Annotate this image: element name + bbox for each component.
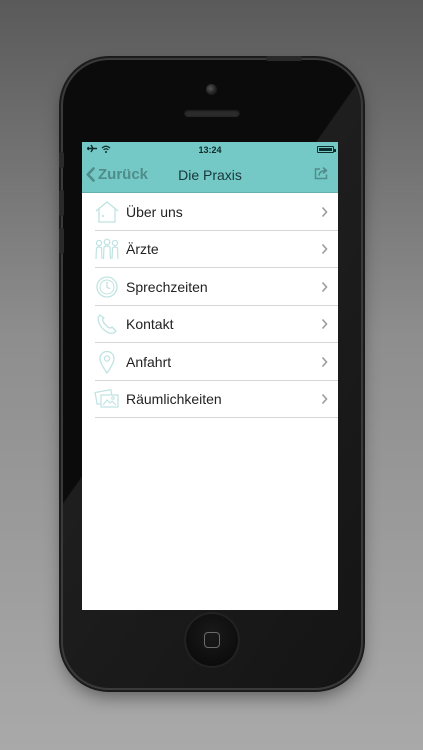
- volume-up-button: [59, 190, 64, 216]
- chevron-right-icon: [321, 244, 328, 255]
- list-item-raeumlichkeiten[interactable]: Räumlichkeiten: [82, 381, 338, 419]
- mute-switch: [59, 152, 64, 168]
- list-item-label: Sprechzeiten: [126, 278, 208, 295]
- battery-icon: [317, 146, 336, 153]
- chevron-right-icon: [321, 394, 328, 405]
- share-icon: [314, 167, 328, 180]
- list-item-label: Anfahrt: [126, 353, 172, 370]
- house-icon: [94, 199, 120, 225]
- back-button[interactable]: Zurück: [86, 166, 148, 183]
- chevron-left-icon: [86, 167, 95, 182]
- menu-list: Über uns Ärzte Sprechzeiten Kontakt Anfa…: [82, 193, 338, 418]
- page-title: Die Praxis: [178, 167, 242, 183]
- power-button: [266, 56, 302, 61]
- location-pin-icon: [94, 349, 120, 375]
- status-time: 13:24: [198, 145, 222, 155]
- nav-bar: Zurück Die Praxis: [82, 158, 338, 193]
- list-item-kontakt[interactable]: Kontakt: [82, 306, 338, 344]
- list-item-aerzte[interactable]: Ärzte: [82, 231, 338, 269]
- chevron-right-icon: [321, 356, 328, 367]
- list-item-label: Über uns: [126, 203, 183, 220]
- earpiece-speaker: [184, 109, 240, 117]
- share-button[interactable]: [314, 166, 330, 185]
- list-item-sprechzeiten[interactable]: Sprechzeiten: [82, 268, 338, 306]
- doctors-icon: [94, 236, 120, 262]
- list-item-anfahrt[interactable]: Anfahrt: [82, 343, 338, 381]
- app-screen: 13:24 Zurück Die Praxis Über uns Ärzte S…: [82, 142, 338, 610]
- list-item-label: Räumlichkeiten: [126, 391, 222, 408]
- phone-icon: [94, 311, 120, 337]
- photos-icon: [94, 386, 120, 412]
- chevron-right-icon: [321, 281, 328, 292]
- back-label: Zurück: [98, 166, 149, 183]
- chevron-right-icon: [321, 206, 328, 217]
- list-item-ueber-uns[interactable]: Über uns: [82, 193, 338, 231]
- home-square-icon: [204, 632, 220, 648]
- list-item-label: Kontakt: [126, 316, 174, 333]
- status-bar: 13:24: [82, 142, 338, 158]
- home-button[interactable]: [184, 612, 240, 668]
- list-item-label: Ärzte: [126, 241, 159, 258]
- clock-icon: [94, 274, 120, 300]
- volume-down-button: [59, 228, 64, 254]
- chevron-right-icon: [321, 319, 328, 330]
- front-camera: [206, 84, 217, 95]
